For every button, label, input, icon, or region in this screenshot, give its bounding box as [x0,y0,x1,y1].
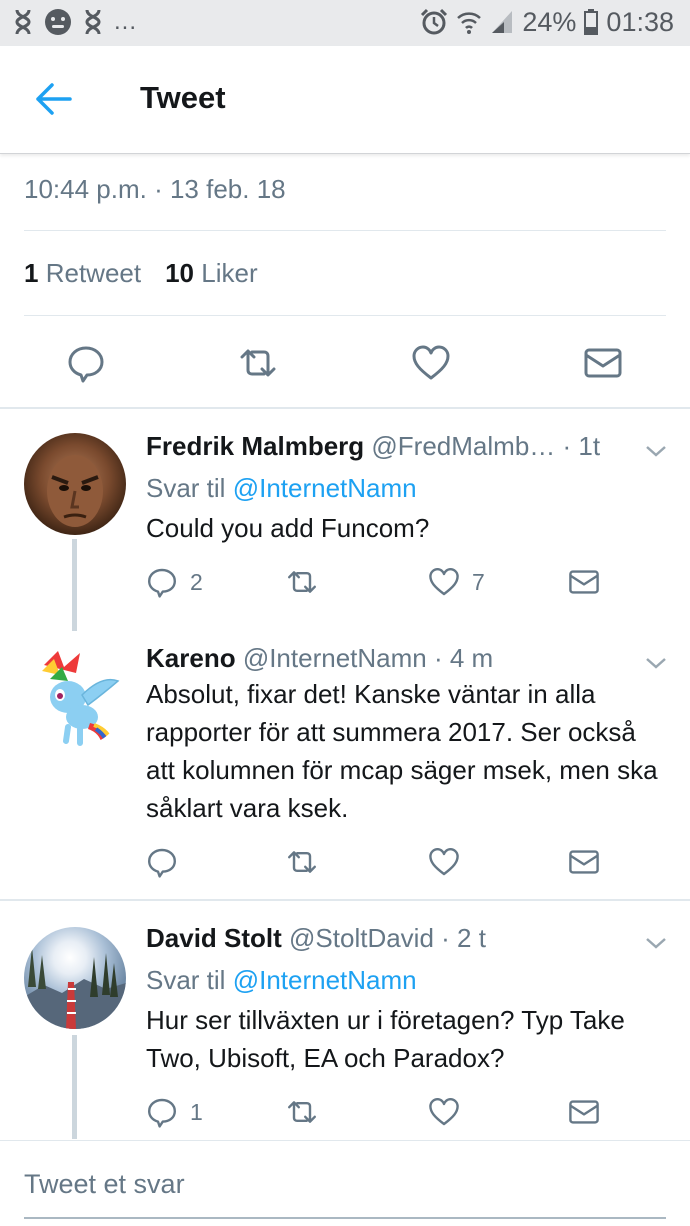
retweet-icon [288,1101,316,1123]
retweet-icon[interactable] [238,343,278,383]
tweet-actions: 2 7 [146,565,616,599]
divider [24,230,666,231]
reply-prefix: Svar til [146,473,226,503]
chevron-down-icon[interactable] [644,439,668,463]
tweet-header: Fredrik Malmberg @FredMalmb… · 1t [146,431,600,462]
signal-icon [492,11,513,33]
reply-input-underline [24,1217,666,1219]
retweets-count: 1 [24,258,39,288]
chevron-down-icon[interactable] [644,651,668,675]
avatar[interactable] [24,433,126,535]
reply-mention-link[interactable]: @InternetNamn [233,965,417,995]
author-name[interactable]: Fredrik Malmberg [146,431,364,461]
reply-tweet[interactable]: Fredrik Malmberg @FredMalmb… · 1t Svar t… [0,409,690,631]
like-icon [429,568,459,596]
tweet-time: · 4 m [433,643,494,673]
reply-icon[interactable] [66,343,106,383]
reply-mention-link[interactable]: @InternetNamn [233,473,417,503]
status-left-icons: ... [14,8,137,36]
avatar-face-icon [47,455,103,527]
like-action[interactable]: 7 [428,565,485,599]
tweet-text: Could you add Funcom? [146,513,430,543]
retweet-icon [288,571,316,593]
reply-tweet[interactable]: David Stolt @StoltDavid · 2 t Svar til @… [0,901,690,1139]
status-bar: ... 24% 01:38 [0,0,690,46]
app-header: Tweet [0,46,690,154]
tweet-stats: 1 Retweet 10 Liker [24,258,258,289]
back-arrow-icon[interactable] [34,82,74,116]
share-dm-icon [569,850,599,874]
avatar-landscape-icon [24,947,126,1029]
divider [24,315,666,316]
tweet-actions [146,845,616,879]
tweet-header: Kareno @InternetNamn · 4 m [146,643,493,674]
author-handle: @FredMalmb… [371,431,556,461]
tweet-text: Absolut, fixar det! Kanske väntar in all… [146,679,658,823]
face-icon [45,9,71,35]
tweet-action-bar [0,335,690,391]
tweet-text: Hur ser tillväxten ur i företagen? Typ T… [146,1005,625,1073]
reply-icon [148,568,176,598]
retweets-stat[interactable]: 1 Retweet [24,258,141,289]
likes-stat[interactable]: 10 Liker [165,258,258,289]
page-title: Tweet [140,80,226,115]
like-action[interactable] [428,1095,472,1129]
tweet-header: David Stolt @StoltDavid · 2 t [146,923,486,954]
share-dm-icon [569,570,599,594]
dna-icon [15,9,31,35]
retweet-action[interactable] [286,845,330,879]
share-dm-icon [569,1100,599,1124]
like-icon [429,848,459,876]
pony-avatar-icon [42,651,120,747]
battery-percent: 24% [522,7,577,37]
status-overflow: ... [114,8,138,35]
reply-tweet[interactable]: Kareno @InternetNamn · 4 m Absolut, fixa… [0,631,690,899]
reply-icon [148,848,176,878]
reply-prefix: Svar til [146,965,226,995]
status-time: 01:38 [606,7,674,37]
author-handle: @StoltDavid [289,923,434,953]
share-dm-icon[interactable] [583,343,623,383]
likes-label: Liker [201,258,258,288]
author-name[interactable]: Kareno [146,643,236,673]
reply-count: 1 [190,1098,203,1125]
retweet-icon [288,851,316,873]
retweets-label: Retweet [45,258,142,288]
reply-context: Svar til @InternetNamn [146,965,417,996]
like-count: 7 [472,568,485,595]
author-name[interactable]: David Stolt [146,923,282,953]
avatar[interactable] [24,645,126,747]
retweet-action[interactable] [286,565,330,599]
thread-line [72,1035,77,1139]
status-right-icons: 24% 01:38 [420,6,674,38]
reply-action[interactable]: 1 [146,1095,203,1129]
dm-action[interactable] [568,845,600,879]
likes-count: 10 [165,258,195,288]
tweet-time: · 2 t [441,923,486,953]
chevron-down-icon[interactable] [644,931,668,955]
dna-icon [85,9,101,35]
author-handle: @InternetNamn [242,643,427,673]
dm-action[interactable] [568,565,600,599]
tweet-actions: 1 [146,1095,616,1129]
reply-action[interactable]: 2 [146,565,203,599]
like-icon [429,1098,459,1126]
reply-count: 2 [190,568,203,595]
battery-icon [584,9,599,35]
like-icon[interactable] [411,343,451,383]
reply-action[interactable] [146,845,190,879]
tweet-timestamp: 10:44 p.m. · 13 feb. 18 [24,174,286,204]
thread-line [72,539,77,631]
tweet-time: · 1t [562,431,601,461]
like-action[interactable] [428,845,472,879]
retweet-action[interactable] [286,1095,330,1129]
avatar[interactable] [24,927,126,1029]
dm-action[interactable] [568,1095,600,1129]
reply-input-placeholder[interactable]: Tweet et svar [24,1169,185,1200]
wifi-icon [457,12,482,34]
reply-context: Svar til @InternetNamn [146,473,417,504]
alarm-icon [421,8,448,35]
reply-composer[interactable]: Tweet et svar [0,1140,690,1226]
reply-icon [148,1098,176,1128]
